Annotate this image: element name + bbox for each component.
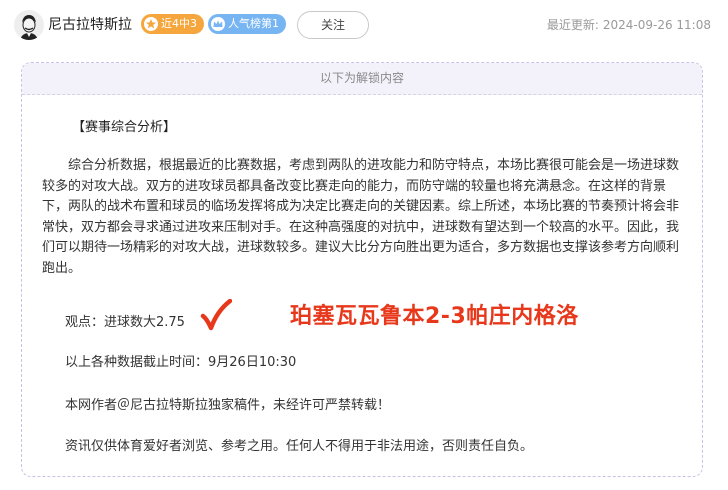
streak-badge-label: 近4中3 (161, 17, 197, 30)
author-header: 尼古拉特斯拉 近4中3 人气榜第1 关注 最近更新: 2024-09-26 11:… (0, 0, 728, 52)
checkmark-icon (200, 298, 233, 337)
author-name[interactable]: 尼古拉特斯拉 (48, 14, 132, 34)
rank-badge: 人气榜第1 (208, 14, 286, 34)
follow-button[interactable]: 关注 (297, 11, 369, 39)
opinion-text: 观点：进球数大2.75 (65, 315, 185, 330)
copyright-notice: 本网作者＠尼古拉特斯拉独家稿件，未经许可严禁转载！ (65, 398, 391, 413)
data-cutoff-text: 以上各种数据截止时间：9月26日10:30 (65, 355, 297, 370)
unlock-banner: 以下为解锁内容 (22, 63, 702, 95)
avatar-portrait-icon (14, 10, 44, 40)
section-title: 【赛事综合分析】 (72, 120, 177, 135)
streak-badge: 近4中3 (141, 14, 204, 34)
disclaimer-text: 资讯仅供体育爱好者浏览、参考之用。任何人不得用于非法用途，否则责任自负。 (65, 439, 534, 454)
star-icon (144, 17, 158, 31)
analysis-paragraph: 综合分析数据，根据最近的比赛数据，考虑到两队的进攻能力和防守特点，本场比赛很可能… (42, 158, 680, 276)
unlocked-content-card: 以下为解锁内容 【赛事综合分析】 综合分析数据，根据最近的比赛数据，考虑到两队的… (21, 62, 703, 477)
avatar[interactable] (14, 10, 44, 40)
rank-badge-label: 人气榜第1 (228, 17, 279, 30)
last-updated-label: 最近更新: (546, 18, 599, 32)
last-updated-datetime: 2024-09-26 11:08 (602, 18, 711, 32)
match-prediction-highlight: 珀塞瓦瓦鲁本2-3帕庄内格洛 (290, 304, 579, 329)
last-updated: 最近更新: 2024-09-26 11:08 (543, 16, 711, 33)
crown-icon (211, 17, 225, 31)
